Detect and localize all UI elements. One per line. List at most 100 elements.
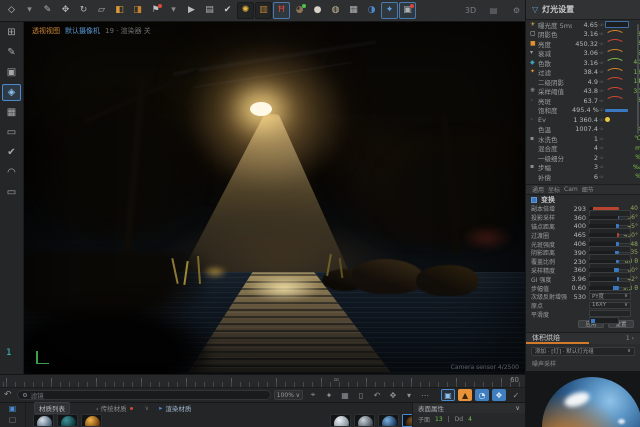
hud-camera-name[interactable]: 默认摄像机	[65, 26, 100, 36]
pan-move-icon[interactable]: ✥	[386, 389, 400, 401]
param-value[interactable]: 495.4 %	[572, 106, 598, 114]
value-spinner[interactable]: ◃▹	[598, 79, 605, 85]
value-spinner[interactable]: ◃▹	[598, 41, 605, 47]
rotate-tool-icon[interactable]: ↻	[75, 2, 92, 19]
material-thumb-blue[interactable]	[378, 414, 399, 427]
dropdown-select[interactable]: 16XY ∨	[589, 302, 631, 309]
material-thumb-white[interactable]	[330, 414, 351, 427]
cylinder-primitive-icon[interactable]: ▥	[255, 2, 272, 19]
walk-mode-icon[interactable]: ✦	[322, 389, 336, 401]
attribute-tab[interactable]: 细节	[582, 185, 594, 194]
transform-section-header[interactable]: 变换	[526, 195, 640, 205]
param-value[interactable]: 3.06	[572, 49, 598, 57]
tab-material-list[interactable]: 材质列表	[34, 402, 70, 414]
snap-frame-button[interactable]: ❖	[492, 389, 506, 401]
falloff-curve[interactable]	[605, 49, 625, 57]
slider-track[interactable]	[589, 216, 619, 220]
curve-arc-icon[interactable]: ◠	[2, 164, 21, 181]
undo-step-icon[interactable]: ↶	[370, 389, 384, 401]
search-input[interactable]: 滤镜	[17, 390, 271, 400]
target-pick-icon[interactable]: ⌖	[306, 389, 320, 401]
material-filter-icon[interactable]: ▢	[9, 415, 17, 425]
move-tool-icon[interactable]: ✥	[57, 2, 74, 19]
value-bar[interactable]	[605, 109, 628, 112]
bake-target-select[interactable]: 添加 · [灯] · 默认灯光组 ∨	[531, 347, 635, 356]
undo-icon[interactable]: ↶	[2, 390, 14, 400]
hand-tool-icon[interactable]: ✦	[381, 2, 398, 19]
slider-track[interactable]	[589, 286, 619, 290]
bell-icon[interactable]: ◍	[327, 2, 344, 19]
falloff-curve[interactable]	[605, 30, 625, 38]
value-input[interactable]	[605, 21, 629, 28]
play-render-icon[interactable]: ▶	[183, 2, 200, 19]
param-value[interactable]: 4.65	[572, 21, 598, 29]
dark-sphere-icon[interactable]: ◕	[291, 2, 308, 19]
bricks-grid-icon[interactable]: ▦	[345, 2, 362, 19]
scale-tool-icon[interactable]: ▱	[93, 2, 110, 19]
material-thumb-silver[interactable]	[33, 414, 54, 427]
param-value[interactable]: 230	[567, 258, 589, 266]
param-value[interactable]: 63.7	[572, 97, 598, 105]
toggle-slash-button[interactable]: ✓	[509, 389, 523, 401]
value-spinner[interactable]: ◃▹	[598, 117, 605, 123]
slider-track[interactable]	[589, 207, 619, 211]
value-spinner[interactable]: ◃▹	[598, 126, 605, 132]
settings-gear-icon[interactable]: ⚙	[508, 3, 525, 20]
falloff-curve[interactable]	[605, 68, 625, 76]
folder-icon[interactable]: ▤	[485, 3, 502, 20]
slider-track[interactable]	[589, 224, 619, 228]
bracket-icon[interactable]: ▯	[354, 389, 368, 401]
param-value[interactable]: 3.16	[572, 59, 598, 67]
color-dot[interactable]	[605, 117, 610, 122]
material-thumb-teal[interactable]	[57, 414, 78, 427]
pen-tool-icon[interactable]: ✎	[39, 2, 56, 19]
group-render-materials[interactable]: ▸ 渲染材质	[159, 403, 191, 413]
hud-view-mode[interactable]: 透视视图	[32, 26, 60, 36]
value-spinner[interactable]: ◃▹	[598, 88, 605, 94]
falloff-curve[interactable]	[605, 39, 625, 47]
param-value[interactable]: 43.8	[572, 87, 598, 95]
slider-track[interactable]	[589, 242, 619, 246]
viewport-3d[interactable]: 透视视图 默认摄像机 19 · 渲染器 关 Camera sensor 4/25…	[24, 22, 525, 374]
value-spinner[interactable]: ◃▹	[598, 164, 605, 170]
param-value[interactable]: 293	[567, 205, 589, 213]
param-value[interactable]: 4.9	[572, 78, 598, 86]
render-region-icon[interactable]: ▤	[201, 2, 218, 19]
value-spinner[interactable]: ◃▹	[598, 69, 605, 75]
camera-capture-icon[interactable]: ▣	[399, 2, 416, 19]
monitor-icon[interactable]: ▭	[2, 124, 21, 141]
dropdown-select[interactable]: PY度 ∨	[589, 293, 631, 300]
confirm-check-icon[interactable]: ✔	[2, 144, 21, 161]
param-value[interactable]: 400	[567, 222, 589, 230]
param-value[interactable]: 1007.4	[572, 125, 598, 133]
value-spinner[interactable]: ◃▹	[598, 155, 605, 161]
attribute-tab[interactable]: Cam	[564, 186, 578, 193]
value-spinner[interactable]: ◃▹	[598, 31, 605, 37]
playblast-button[interactable]: ◔	[475, 389, 489, 401]
sun-light-icon[interactable]: ✺	[237, 2, 254, 19]
param-value[interactable]: 3.96	[567, 275, 589, 283]
value-spinner[interactable]: ◃▹	[598, 60, 605, 66]
select-caret-icon[interactable]: ▾	[21, 2, 38, 19]
select-tool-icon[interactable]: ◇	[3, 2, 20, 19]
dropdown-caret-icon[interactable]: ▾	[402, 389, 416, 401]
value-spinner[interactable]: ◃▹	[598, 50, 605, 56]
param-value[interactable]: 4	[572, 144, 598, 152]
param-value[interactable]: 0.60	[567, 284, 589, 292]
snap-flag-icon[interactable]: ⚑	[147, 2, 164, 19]
param-value[interactable]: 6	[572, 173, 598, 181]
zoom-select[interactable]: 100% ∨	[274, 390, 303, 400]
param-value[interactable]: 3	[572, 163, 598, 171]
attribute-tab[interactable]: 通用	[532, 185, 544, 194]
chevron-right-icon[interactable]: ›	[632, 335, 634, 342]
value-spinner[interactable]: ◃▹	[598, 174, 605, 180]
grid-toggle-icon[interactable]: ⊞	[2, 24, 21, 41]
falloff-curve[interactable]	[605, 77, 625, 85]
tab-legacy-materials[interactable]: ‹ 传统材质	[96, 403, 133, 413]
falloff-curve[interactable]	[605, 96, 625, 104]
check-wand-icon[interactable]: ✔	[219, 2, 236, 19]
chevron-down-icon[interactable]: ∨	[145, 405, 149, 412]
param-value[interactable]: 1 360.4	[572, 116, 598, 124]
value-spinner[interactable]: ◃▹	[598, 136, 605, 142]
more-dots-icon[interactable]: ⋯	[418, 389, 432, 401]
